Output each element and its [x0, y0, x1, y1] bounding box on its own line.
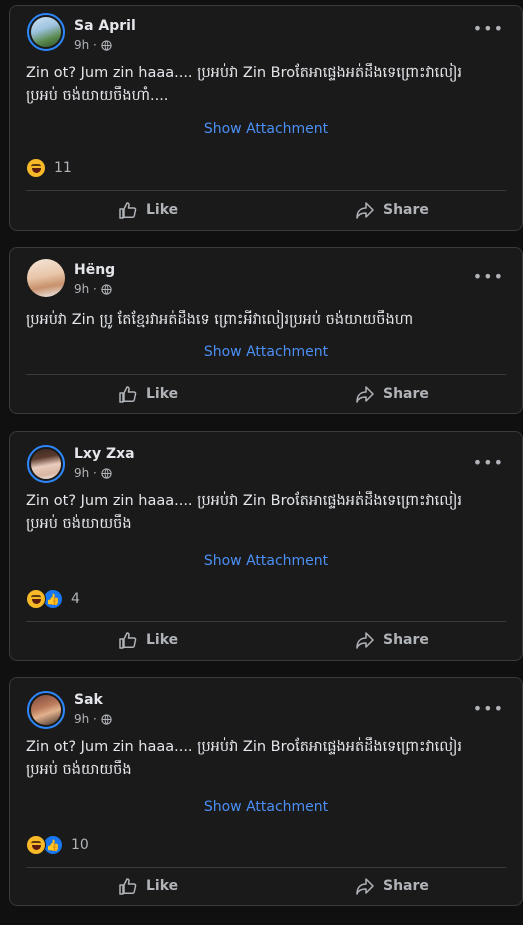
post-actions: Like Share — [10, 192, 522, 228]
like-thumb-icon — [119, 878, 137, 895]
like-reaction-icon: 👍 — [43, 835, 63, 855]
haha-reaction-icon — [26, 158, 46, 178]
avatar[interactable] — [27, 13, 65, 51]
like-thumb-icon — [119, 632, 137, 649]
like-label: Like — [146, 202, 179, 218]
post-meta: 9h · — [74, 282, 112, 296]
post-text: ប្រអប់វា Zin ប្រូ តែខ្មែរវាអត់ដឹងទេ ព្រោ… — [10, 309, 522, 332]
share-label: Share — [383, 386, 429, 402]
post-meta: 9h · — [74, 38, 112, 52]
post-card: Sak 9h · ••• Zin ot? Jum zin haaa.... ប្… — [9, 677, 523, 906]
post-time[interactable]: 9h · — [74, 466, 97, 480]
post-meta: 9h · — [74, 466, 112, 480]
like-label: Like — [146, 632, 179, 648]
share-button[interactable]: Share — [355, 868, 429, 904]
reaction-count: 10 — [71, 837, 89, 853]
post-time[interactable]: 9h · — [74, 282, 97, 296]
like-button[interactable]: Like — [118, 868, 178, 904]
share-button[interactable]: Share — [355, 376, 429, 412]
post-card: Hëng 9h · ••• ប្រអប់វា Zin ប្រូ តែខ្មែរវ… — [9, 247, 523, 414]
avatar[interactable] — [27, 259, 65, 297]
post-card: Sa April 9h · ••• Zin ot? Jum zin haaa..… — [9, 5, 523, 231]
more-options-icon[interactable]: ••• — [473, 701, 504, 717]
show-attachment-link[interactable]: Show Attachment — [10, 344, 522, 360]
share-arrow-icon — [356, 386, 374, 403]
reaction-count: 11 — [54, 160, 72, 176]
share-label: Share — [383, 202, 429, 218]
more-options-icon[interactable]: ••• — [473, 21, 504, 37]
reaction-summary[interactable]: 11 — [26, 158, 72, 178]
post-time[interactable]: 9h · — [74, 712, 97, 726]
like-button[interactable]: Like — [118, 622, 178, 658]
post-header: Lxy Zxa 9h · ••• — [10, 432, 522, 483]
show-attachment-link[interactable]: Show Attachment — [10, 799, 522, 815]
author-name[interactable]: Sak — [74, 692, 103, 708]
more-options-icon[interactable]: ••• — [473, 269, 504, 285]
post-text-line: ប្រអប់វា Zin ប្រូ តែខ្មែរវាអត់ដឹងទេ ព្រោ… — [26, 312, 414, 328]
post-text-line: ប្រអប់ ចង់យាយចឹង — [26, 762, 132, 778]
share-button[interactable]: Share — [355, 622, 429, 658]
author-name[interactable]: Hëng — [74, 262, 115, 278]
like-thumb-icon — [119, 202, 137, 219]
show-attachment-link[interactable]: Show Attachment — [10, 121, 522, 137]
like-label: Like — [146, 878, 179, 894]
post-text-line: Zin ot? Jum zin haaa.... ប្រអប់វា Zin Br… — [26, 739, 462, 755]
post-header: Hëng 9h · ••• — [10, 248, 522, 297]
share-label: Share — [383, 878, 429, 894]
share-arrow-icon — [356, 878, 374, 895]
like-thumb-icon — [119, 386, 137, 403]
post-text: Zin ot? Jum zin haaa.... ប្រអប់វា Zin Br… — [10, 62, 522, 108]
like-reaction-icon: 👍 — [43, 589, 63, 609]
avatar[interactable] — [27, 445, 65, 483]
divider — [26, 190, 506, 191]
post-time[interactable]: 9h · — [74, 38, 97, 52]
divider — [26, 374, 506, 375]
post-actions: Like Share — [10, 622, 522, 658]
avatar[interactable] — [27, 691, 65, 729]
share-arrow-icon — [356, 632, 374, 649]
like-button[interactable]: Like — [118, 376, 178, 412]
haha-reaction-icon — [26, 835, 46, 855]
reaction-count: 4 — [71, 591, 80, 607]
post-text-line: ប្រអប់ ចង់យាយចឹង — [26, 516, 132, 532]
haha-reaction-icon — [26, 589, 46, 609]
share-label: Share — [383, 632, 429, 648]
more-options-icon[interactable]: ••• — [473, 455, 504, 471]
author-name[interactable]: Lxy Zxa — [74, 446, 135, 462]
globe-icon — [101, 713, 112, 725]
globe-icon — [101, 283, 112, 295]
post-card: Lxy Zxa 9h · ••• Zin ot? Jum zin haaa...… — [9, 431, 523, 661]
like-label: Like — [146, 386, 179, 402]
post-meta: 9h · — [74, 712, 112, 726]
author-name[interactable]: Sa April — [74, 18, 136, 34]
post-text-line: Zin ot? Jum zin haaa.... ប្រអប់វា Zin Br… — [26, 493, 462, 509]
post-text-line: ប្រអប់ ចង់យាយចឹងហាំ.... — [26, 88, 169, 104]
post-text: Zin ot? Jum zin haaa.... ប្រអប់វា Zin Br… — [10, 490, 522, 536]
globe-icon — [101, 467, 112, 479]
share-arrow-icon — [356, 202, 374, 219]
post-header: Sak 9h · ••• — [10, 678, 522, 729]
share-button[interactable]: Share — [355, 192, 429, 228]
like-button[interactable]: Like — [118, 192, 178, 228]
post-actions: Like Share — [10, 376, 522, 412]
post-text: Zin ot? Jum zin haaa.... ប្រអប់វា Zin Br… — [10, 736, 522, 782]
reaction-summary[interactable]: 👍 10 — [26, 835, 89, 855]
globe-icon — [101, 39, 112, 51]
reaction-summary[interactable]: 👍 4 — [26, 589, 80, 609]
show-attachment-link[interactable]: Show Attachment — [10, 553, 522, 569]
post-actions: Like Share — [10, 868, 522, 904]
post-text-line: Zin ot? Jum zin haaa.... ប្រអប់វា Zin Br… — [26, 65, 462, 81]
post-header: Sa April 9h · ••• — [10, 6, 522, 52]
